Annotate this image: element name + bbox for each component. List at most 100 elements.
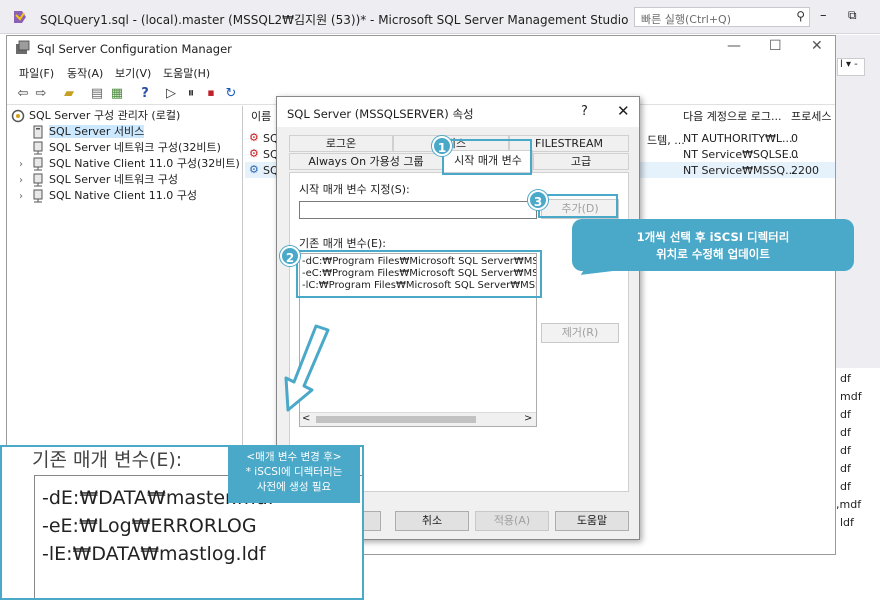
tree-item-label: SQL Native Client 11.0 구성: [49, 189, 197, 202]
ssms-minimize-button[interactable]: –: [820, 8, 827, 23]
expand-chevron-icon[interactable]: ›: [19, 173, 31, 189]
back-icon[interactable]: ⇦: [15, 86, 31, 102]
cm-minimize-button[interactable]: —: [727, 38, 741, 54]
ssms-file-label: mdf: [840, 390, 862, 403]
tree-item-label: SQL Native Client 11.0 구성(32비트): [49, 157, 240, 170]
column-header-process[interactable]: 프로세스: [791, 108, 831, 124]
ssms-file-label: ldf: [840, 516, 854, 529]
tree-item-network-config[interactable]: › SQL Server 네트워크 구성: [19, 172, 178, 188]
client-icon: [33, 157, 43, 171]
network-icon: [33, 141, 43, 155]
ssms-app-icon: [14, 11, 26, 23]
menu-file[interactable]: 파일(F): [19, 65, 54, 81]
scrollbar-thumb[interactable]: [316, 416, 476, 423]
callout-line: 1개씩 선택 후 iSCSI 디렉터리: [636, 230, 790, 244]
expand-chevron-icon[interactable]: ›: [19, 189, 31, 205]
tab-always-on[interactable]: Always On 가용성 그룹: [289, 153, 443, 170]
zoom-line: -lE:₩DATA₩mastlog.ldf: [42, 543, 266, 565]
ssms-window-title: SQLQuery1.sql - (local).master (MSSQL2₩김…: [40, 13, 629, 27]
note-line: 사전에 생성 필요: [256, 481, 332, 493]
scroll-left-icon[interactable]: <: [302, 413, 310, 424]
tree-item-label: SQL Server 네트워크 구성: [49, 173, 179, 186]
tree-item-sql-server-services[interactable]: SQL Server 서비스: [31, 124, 145, 140]
row-process: 0: [791, 148, 798, 161]
network-icon: [33, 173, 43, 187]
ssms-file-label: df: [840, 480, 851, 493]
up-folder-icon[interactable]: ▰: [61, 86, 77, 102]
column-header-account[interactable]: 다음 계정으로 로그...: [683, 108, 781, 124]
ssms-side-dropdown[interactable]: l ▾ -: [837, 58, 865, 76]
service-running-icon: ⚙: [249, 131, 259, 144]
tree-item-label: SQL Server 네트워크 구성(32비트): [49, 141, 221, 154]
export-icon[interactable]: ▦: [109, 86, 125, 102]
server-icon: [33, 125, 43, 139]
quick-launch-placeholder: 빠른 실행(Ctrl+Q): [641, 13, 732, 26]
tree-item-native-client[interactable]: › SQL Native Client 11.0 구성: [19, 188, 197, 204]
config-manager-title-bar: Sql Server Configuration Manager — ☐ ✕: [7, 36, 835, 60]
ssms-file-label: df: [840, 462, 851, 475]
row-account: NT AUTHORITY₩L...: [683, 132, 793, 145]
cm-maximize-button[interactable]: ☐: [769, 38, 782, 54]
show-hide-icon[interactable]: ▤: [89, 86, 105, 102]
cancel-button[interactable]: 취소: [395, 511, 469, 531]
tab-logon[interactable]: 로그온: [289, 135, 393, 152]
pause-icon[interactable]: ⏸: [183, 86, 199, 102]
step-badge-1: 1: [432, 136, 452, 156]
config-manager-icon: [16, 40, 30, 54]
remove-button[interactable]: 제거(R): [541, 323, 619, 343]
menu-bar: 파일(F) 동작(A) 보기(V) 도움말(H): [7, 62, 835, 82]
search-icon[interactable]: ⚲: [796, 9, 805, 23]
service-stopped-icon: ⚙: [249, 147, 259, 160]
zoom-header: 기존 매개 변수(E):: [32, 449, 183, 471]
dialog-help-button[interactable]: ?: [581, 104, 588, 119]
tree-item-label: SQL Server 서비스: [49, 125, 145, 138]
menu-view[interactable]: 보기(V): [115, 65, 151, 81]
dialog-title: SQL Server (MSSQLSERVER) 속성: [287, 107, 474, 121]
note-box: <매개 변수 변경 후> * iSCSI에 디렉터리는 사전에 생성 필요: [228, 447, 360, 503]
client-icon: [33, 189, 43, 203]
horizontal-scrollbar[interactable]: < >: [300, 412, 536, 426]
params-highlight-box: [296, 250, 542, 298]
row-account: NT Service₩MSSQ...: [683, 164, 796, 177]
dialog-title-bar: SQL Server (MSSQLSERVER) 속성 ? ✕: [277, 97, 639, 127]
service-running-icon: ⚙: [249, 163, 259, 176]
note-line: * iSCSI에 디렉터리는: [245, 466, 343, 478]
tree-item-label: SQL Server 구성 관리자 (로컬): [29, 109, 181, 122]
instruction-callout: 1개씩 선택 후 iSCSI 디렉터리 위치로 수정해 업데이트: [572, 219, 854, 271]
apply-button[interactable]: 적용(A): [475, 511, 549, 531]
step-badge-3: 3: [528, 190, 548, 210]
expand-chevron-icon[interactable]: ›: [19, 157, 31, 173]
config-manager-title: Sql Server Configuration Manager: [37, 42, 232, 56]
down-arrow-icon: [284, 324, 330, 412]
tree-item-native-client-32[interactable]: › SQL Native Client 11.0 구성(32비트): [19, 156, 240, 172]
tab-advanced[interactable]: 고급: [533, 153, 629, 170]
dialog-close-button[interactable]: ✕: [617, 102, 630, 120]
ssms-file-label: ,mdf: [836, 498, 862, 511]
specify-parameter-label: 시작 매개 변수 지정(S):: [299, 183, 410, 196]
tab-highlight-box: [442, 139, 532, 175]
ssms-restore-button[interactable]: ⧉: [848, 8, 857, 23]
help-icon[interactable]: ?: [137, 86, 153, 102]
row-process: 2200: [791, 164, 819, 177]
tree-item-root[interactable]: SQL Server 구성 관리자 (로컬): [11, 108, 180, 124]
zoom-line: -eE:₩Log₩ERRORLOG: [42, 515, 257, 537]
start-icon[interactable]: ▷: [163, 86, 179, 102]
cm-close-button[interactable]: ✕: [811, 38, 823, 54]
column-header-name[interactable]: 이름: [251, 108, 271, 124]
forward-icon[interactable]: ⇨: [33, 86, 49, 102]
scroll-right-icon[interactable]: >: [524, 413, 532, 424]
ssms-file-label: df: [840, 372, 851, 385]
quick-launch-input[interactable]: 빠른 실행(Ctrl+Q) ⚲: [634, 7, 810, 27]
menu-action[interactable]: 동작(A): [67, 65, 103, 81]
restart-icon[interactable]: ↻: [223, 86, 239, 102]
row-account: NT Service₩SQLSE...: [683, 148, 800, 161]
note-line: <매개 변수 변경 후>: [246, 451, 342, 463]
help-button[interactable]: 도움말: [555, 511, 629, 531]
callout-line: 위치로 수정해 업데이트: [656, 247, 770, 261]
stop-icon[interactable]: ⏹: [203, 86, 219, 102]
add-highlight-box: [538, 194, 618, 218]
startup-parameter-input[interactable]: [299, 201, 537, 219]
ssms-file-label: df: [840, 426, 851, 439]
menu-help[interactable]: 도움말(H): [163, 65, 210, 81]
tree-item-network-config-32[interactable]: SQL Server 네트워크 구성(32비트): [31, 140, 221, 156]
